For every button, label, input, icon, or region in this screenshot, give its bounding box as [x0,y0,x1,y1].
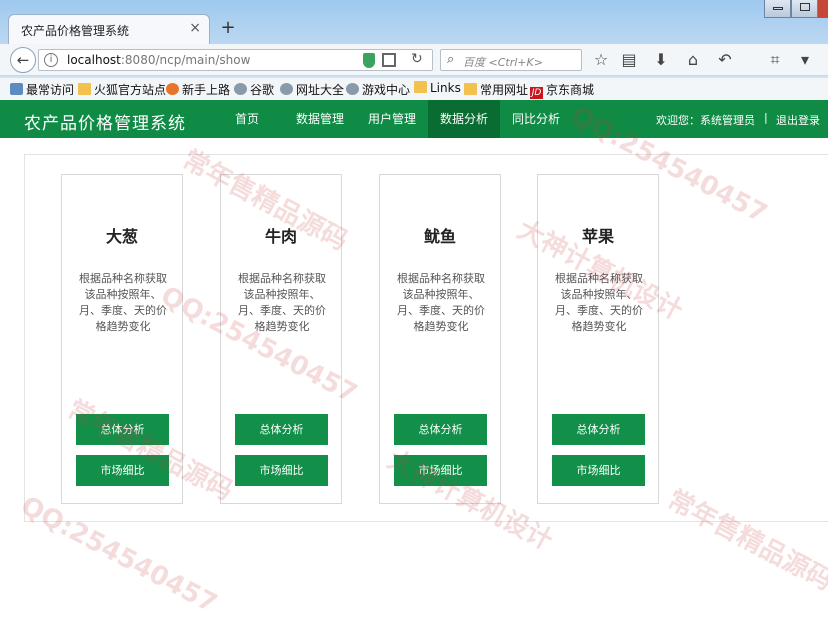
bookmark-google[interactable]: 谷歌 [234,81,274,98]
bookmark-label: 游戏中心 [362,83,411,97]
overall-analysis-button[interactable]: 总体分析 [76,414,169,445]
nav-separator: | [764,111,768,124]
app-navbar: 农产品价格管理系统 首页 数据管理 用户管理 数据分析 同比分析 欢迎您：系统管… [0,100,828,138]
url-path: :8080/ncp/main/show [120,53,251,67]
card-description: 根据品种名称获取该品种按照年、月、季度、天的价格趋势变化 [397,272,485,333]
star-icon[interactable]: ☆ [592,50,610,69]
globe-icon [234,83,247,95]
bookmark-most-visited[interactable]: 最常访问 [10,81,74,98]
bookmark-firefox-site[interactable]: 火狐官方站点 [78,81,166,98]
bookmark-label: 最常访问 [26,83,75,97]
card-title: 大葱 [105,227,138,246]
home-icon[interactable]: ⌂ [684,50,702,69]
shield-icon[interactable] [363,53,375,68]
url-text: localhost:8080/ncp/main/show [67,53,250,67]
card-beef: 牛肉 根据品种名称获取该品种按照年、月、季度、天的价格趋势变化 总体分析 市场细… [220,174,342,504]
logout-link[interactable]: 退出登录 [776,112,820,128]
jd-icon: JD [530,87,543,99]
new-tab-button[interactable]: + [218,17,238,38]
nav-item-user-management[interactable]: 用户管理 [362,100,422,138]
bookmark-common-urls[interactable]: 常用网址 [464,81,528,98]
overall-analysis-button[interactable]: 总体分析 [552,414,645,445]
bookmarks-bar: 最常访问 火狐官方站点 新手上路 谷歌 网址大全 游戏中心 Links 常用网址… [0,78,828,100]
tab-title: 农产品价格管理系统 [21,24,130,38]
qr-code-icon[interactable] [382,53,396,67]
minimize-icon [773,7,783,10]
overall-analysis-button[interactable]: 总体分析 [235,414,328,445]
welcome-text: 欢迎您：系统管理员 [656,114,755,127]
reload-icon[interactable]: ↻ [411,51,423,67]
app-title[interactable]: 农产品价格管理系统 [24,109,186,134]
card-apple: 苹果 根据品种名称获取该品种按照年、月、季度、天的价格趋势变化 总体分析 市场细… [537,174,659,504]
back-button[interactable]: ← [10,47,36,73]
browser-toolbar: ← i localhost:8080/ncp/main/show ↻ ⌕ 百度 … [0,44,828,76]
overall-analysis-button[interactable]: 总体分析 [394,414,487,445]
bookmark-label: 新手上路 [182,83,231,97]
browser-tab[interactable]: 农产品价格管理系统 × [8,14,210,44]
maximize-icon [800,3,810,11]
menu-icon[interactable]: ▾ [796,50,814,69]
bookmark-label: 网址大全 [296,83,345,97]
card-description: 根据品种名称获取该品种按照年、月、季度、天的价格趋势变化 [238,272,326,333]
tab-close-icon[interactable]: × [189,20,201,36]
bookmark-url-directory[interactable]: 网址大全 [280,81,344,98]
card-description: 根据品种名称获取该品种按照年、月、季度、天的价格趋势变化 [555,272,643,333]
market-comparison-button[interactable]: 市场细比 [394,455,487,486]
bookmark-label: Links [430,81,461,95]
firefox-icon [166,83,179,95]
magnifier-icon [10,83,23,95]
bookmark-getting-started[interactable]: 新手上路 [166,81,230,98]
folder-icon [414,81,427,93]
url-bar[interactable]: i localhost:8080/ncp/main/show ↻ [38,49,433,71]
card-squid: 鱿鱼 根据品种名称获取该品种按照年、月、季度、天的价格趋势变化 总体分析 市场细… [379,174,501,504]
folder-icon [78,83,91,95]
window-close-button[interactable] [818,0,828,18]
globe-icon [280,83,293,95]
bookmark-label: 常用网址 [480,83,529,97]
market-comparison-button[interactable]: 市场细比 [76,455,169,486]
market-comparison-button[interactable]: 市场细比 [552,455,645,486]
search-icon: ⌕ [447,52,455,67]
globe-icon [346,83,359,95]
bookmark-label: 火狐官方站点 [94,83,167,97]
card-scallion: 大葱 根据品种名称获取该品种按照年、月、季度、天的价格趋势变化 总体分析 市场细… [61,174,183,504]
download-icon[interactable]: ⬇ [652,50,670,69]
bookmark-links[interactable]: Links [414,81,461,95]
crop-icon[interactable]: ⌗ [766,50,784,70]
nav-item-home[interactable]: 首页 [222,100,272,138]
bookmark-jd[interactable]: JD 京东商城 [530,81,594,99]
undo-icon[interactable]: ↶ [716,50,734,69]
nav-item-data-analysis[interactable]: 数据分析 [428,100,500,138]
card-title: 牛肉 [264,227,297,246]
search-placeholder: 百度 <Ctrl+K> [463,56,543,69]
bookmark-game-center[interactable]: 游戏中心 [346,81,410,98]
card-title: 苹果 [581,227,614,246]
card-description: 根据品种名称获取该品种按照年、月、季度、天的价格趋势变化 [79,272,167,333]
bookmark-label: 谷歌 [250,83,275,97]
maximize-button[interactable] [791,0,818,18]
market-comparison-button[interactable]: 市场细比 [235,455,328,486]
bookmark-label: 京东商城 [546,83,595,97]
reading-list-icon[interactable]: ▤ [620,50,638,69]
nav-item-data-management[interactable]: 数据管理 [290,100,350,138]
url-host: localhost [67,53,121,67]
folder-icon [464,83,477,95]
nav-item-yoy-analysis[interactable]: 同比分析 [506,100,566,138]
search-input[interactable]: ⌕ 百度 <Ctrl+K> [440,49,582,71]
info-icon[interactable]: i [44,53,58,67]
minimize-button[interactable] [764,0,791,18]
card-title: 鱿鱼 [423,227,456,246]
